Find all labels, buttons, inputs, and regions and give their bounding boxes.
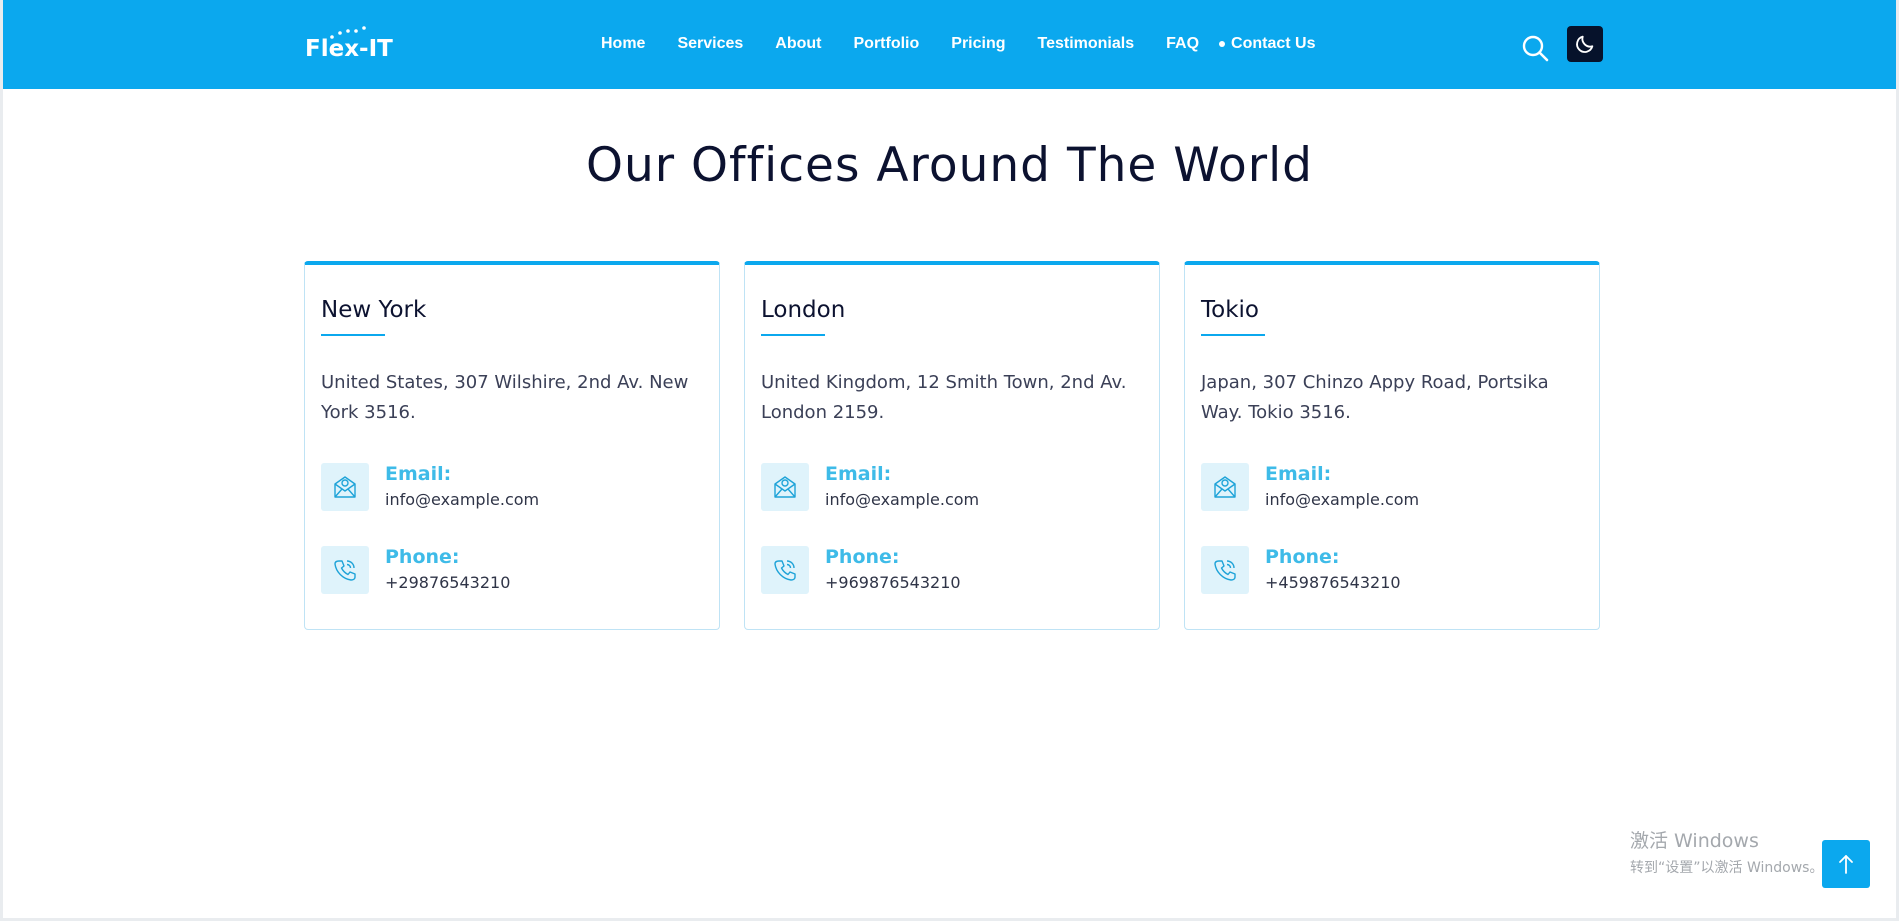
theme-toggle-button[interactable] xyxy=(1567,26,1603,62)
email-link[interactable]: info@example.com xyxy=(1265,490,1419,509)
logo[interactable]: Flex-IT xyxy=(305,26,395,66)
nav-about[interactable]: About xyxy=(775,35,821,53)
office-address: Japan, 307 Chinzo Appy Road, Portsika Wa… xyxy=(1201,372,1549,423)
site-header: Flex-IT Home Services About Portfolio Pr… xyxy=(3,0,1896,89)
nav-faq[interactable]: FAQ xyxy=(1166,35,1199,53)
page-title: Our Offices Around The World xyxy=(586,138,1313,193)
watermark-subtitle: 转到“设置”以激活 Windows。 xyxy=(1630,860,1824,876)
phone-label: Phone: xyxy=(1265,546,1340,568)
office-city: London xyxy=(761,297,846,323)
email-label: Email: xyxy=(1265,463,1332,485)
nav-services[interactable]: Services xyxy=(677,35,743,53)
email-icon xyxy=(321,463,369,511)
phone-link[interactable]: +459876543210 xyxy=(1265,573,1401,592)
title-underline xyxy=(321,334,385,336)
title-underline xyxy=(761,334,825,336)
arrow-up-icon xyxy=(1839,855,1853,874)
phone-label: Phone: xyxy=(385,546,460,568)
nav-contact-us[interactable]: Contact Us xyxy=(1219,35,1315,53)
phone-link[interactable]: +29876543210 xyxy=(385,573,510,592)
moon-icon xyxy=(1576,35,1594,53)
phone-row: Phone: +969876543210 xyxy=(761,546,1146,596)
main-nav: Home Services About Portfolio Pricing Te… xyxy=(601,32,1347,56)
office-city: New York xyxy=(321,297,427,323)
phone-link[interactable]: +969876543210 xyxy=(825,573,961,592)
email-row: Email: info@example.com xyxy=(321,463,706,513)
office-address: United States, 307 Wilshire, 2nd Av. New… xyxy=(321,372,689,423)
phone-label: Phone: xyxy=(825,546,900,568)
nav-pricing[interactable]: Pricing xyxy=(951,35,1005,53)
title-underline xyxy=(1201,334,1265,336)
phone-icon xyxy=(761,546,809,594)
office-city: Tokio xyxy=(1201,297,1259,323)
back-to-top-button[interactable] xyxy=(1822,840,1870,888)
phone-row: Phone: +29876543210 xyxy=(321,546,706,596)
email-row: Email: info@example.com xyxy=(761,463,1146,513)
phone-icon xyxy=(1201,546,1249,594)
office-card-tokio: Tokio Japan, 307 Chinzo Appy Road, Ports… xyxy=(1184,261,1600,630)
phone-row: Phone: +459876543210 xyxy=(1201,546,1586,596)
email-icon xyxy=(761,463,809,511)
search-button[interactable] xyxy=(1520,33,1550,63)
office-address: United Kingdom, 12 Smith Town, 2nd Av. L… xyxy=(761,372,1127,423)
watermark-title: 激活 Windows xyxy=(1630,830,1759,852)
windows-activation-watermark: 激活 Windows 转到“设置”以激活 Windows。 xyxy=(1630,826,1823,877)
office-card-london: London United Kingdom, 12 Smith Town, 2n… xyxy=(744,261,1160,630)
email-label: Email: xyxy=(825,463,892,485)
office-card-new-york: New York United States, 307 Wilshire, 2n… xyxy=(304,261,720,630)
nav-testimonials[interactable]: Testimonials xyxy=(1038,35,1135,53)
email-label: Email: xyxy=(385,463,452,485)
email-icon xyxy=(1201,463,1249,511)
nav-home[interactable]: Home xyxy=(601,35,645,53)
email-link[interactable]: info@example.com xyxy=(825,490,979,509)
search-icon xyxy=(1522,35,1549,62)
nav-portfolio[interactable]: Portfolio xyxy=(854,35,920,53)
phone-icon xyxy=(321,546,369,594)
email-row: Email: info@example.com xyxy=(1201,463,1586,513)
logo-text: Flex-IT xyxy=(305,36,393,62)
email-link[interactable]: info@example.com xyxy=(385,490,539,509)
